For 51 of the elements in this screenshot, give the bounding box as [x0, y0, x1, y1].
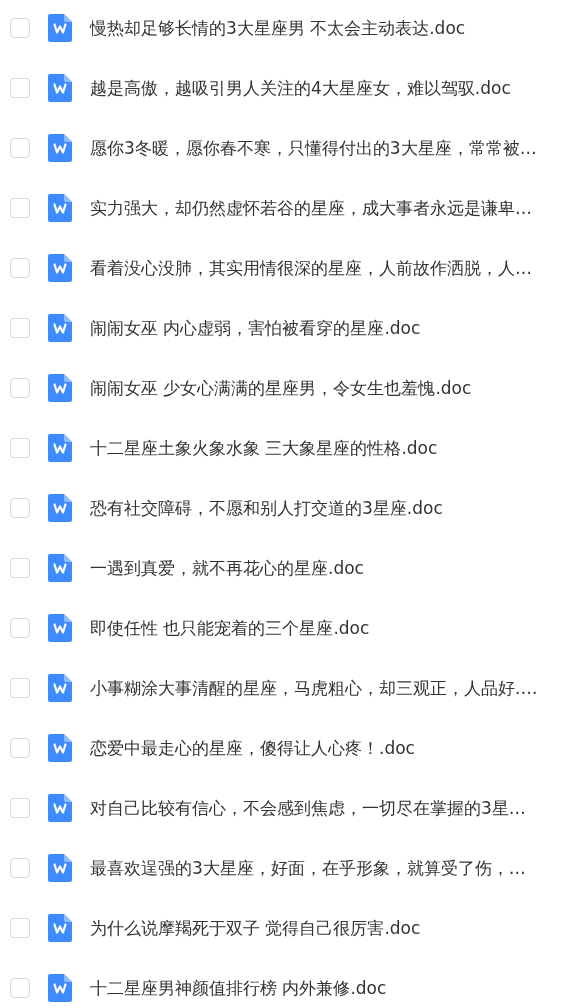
- file-name[interactable]: 实力强大，却仍然虚怀若谷的星座，成大事者永远是谦卑…: [90, 196, 532, 220]
- checkbox[interactable]: [10, 918, 30, 938]
- word-document-icon: [48, 974, 72, 1002]
- word-document-icon: [48, 674, 72, 702]
- checkbox[interactable]: [10, 558, 30, 578]
- word-document-icon: [48, 554, 72, 582]
- file-name[interactable]: 恐有社交障碍，不愿和别人打交道的3星座.doc: [90, 496, 443, 520]
- file-name[interactable]: 看着没心没肺，其实用情很深的星座，人前故作洒脱，人…: [90, 256, 532, 280]
- checkbox[interactable]: [10, 18, 30, 38]
- file-name[interactable]: 最喜欢逞强的3大星座，好面，在乎形象，就算受了伤，…: [90, 856, 526, 880]
- word-document-icon: [48, 374, 72, 402]
- word-document-icon: [48, 794, 72, 822]
- checkbox[interactable]: [10, 738, 30, 758]
- file-name[interactable]: 即使任性 也只能宠着的三个星座.doc: [90, 616, 370, 640]
- file-name[interactable]: 为什么说摩羯死于双子 觉得自己很厉害.doc: [90, 916, 421, 940]
- file-name[interactable]: 十二星座男神颜值排行榜 内外兼修.doc: [90, 976, 387, 1000]
- checkbox[interactable]: [10, 378, 30, 398]
- word-document-icon: [48, 314, 72, 342]
- checkbox[interactable]: [10, 318, 30, 338]
- word-document-icon: [48, 914, 72, 942]
- file-name[interactable]: 越是高傲，越吸引男人关注的4大星座女，难以驾驭.doc: [90, 76, 511, 100]
- word-document-icon: [48, 134, 72, 162]
- file-name[interactable]: 闹闹女巫 少女心满满的星座男，令女生也羞愧.doc: [90, 376, 472, 400]
- file-name[interactable]: 对自己比较有信心，不会感到焦虑，一切尽在掌握的3星…: [90, 796, 526, 820]
- checkbox[interactable]: [10, 798, 30, 818]
- word-document-icon: [48, 14, 72, 42]
- file-name[interactable]: 小事糊涂大事清醒的星座，马虎粗心，却三观正，人品好.…: [90, 676, 538, 700]
- word-document-icon: [48, 254, 72, 282]
- word-document-icon: [48, 194, 72, 222]
- file-name[interactable]: 十二星座土象火象水象 三大象星座的性格.doc: [90, 436, 438, 460]
- word-document-icon: [48, 734, 72, 762]
- checkbox[interactable]: [10, 618, 30, 638]
- word-document-icon: [48, 494, 72, 522]
- checkbox[interactable]: [10, 858, 30, 878]
- word-document-icon: [48, 434, 72, 462]
- checkbox[interactable]: [10, 978, 30, 998]
- checkbox[interactable]: [10, 438, 30, 458]
- checkbox[interactable]: [10, 78, 30, 98]
- checkbox[interactable]: [10, 258, 30, 278]
- checkbox[interactable]: [10, 138, 30, 158]
- checkbox[interactable]: [10, 198, 30, 218]
- file-name[interactable]: 恋爱中最走心的星座，傻得让人心疼！.doc: [90, 736, 415, 760]
- checkbox[interactable]: [10, 498, 30, 518]
- word-document-icon: [48, 614, 72, 642]
- file-name[interactable]: 愿你3冬暖，愿你春不寒，只懂得付出的3大星座，常常被…: [90, 136, 537, 160]
- word-document-icon: [48, 854, 72, 882]
- word-document-icon: [48, 74, 72, 102]
- file-name[interactable]: 一遇到真爱，就不再花心的星座.doc: [90, 556, 364, 580]
- file-name[interactable]: 慢热却足够长情的3大星座男 不太会主动表达.doc: [90, 16, 466, 40]
- checkbox[interactable]: [10, 678, 30, 698]
- file-name[interactable]: 闹闹女巫 内心虚弱，害怕被看穿的星座.doc: [90, 316, 421, 340]
